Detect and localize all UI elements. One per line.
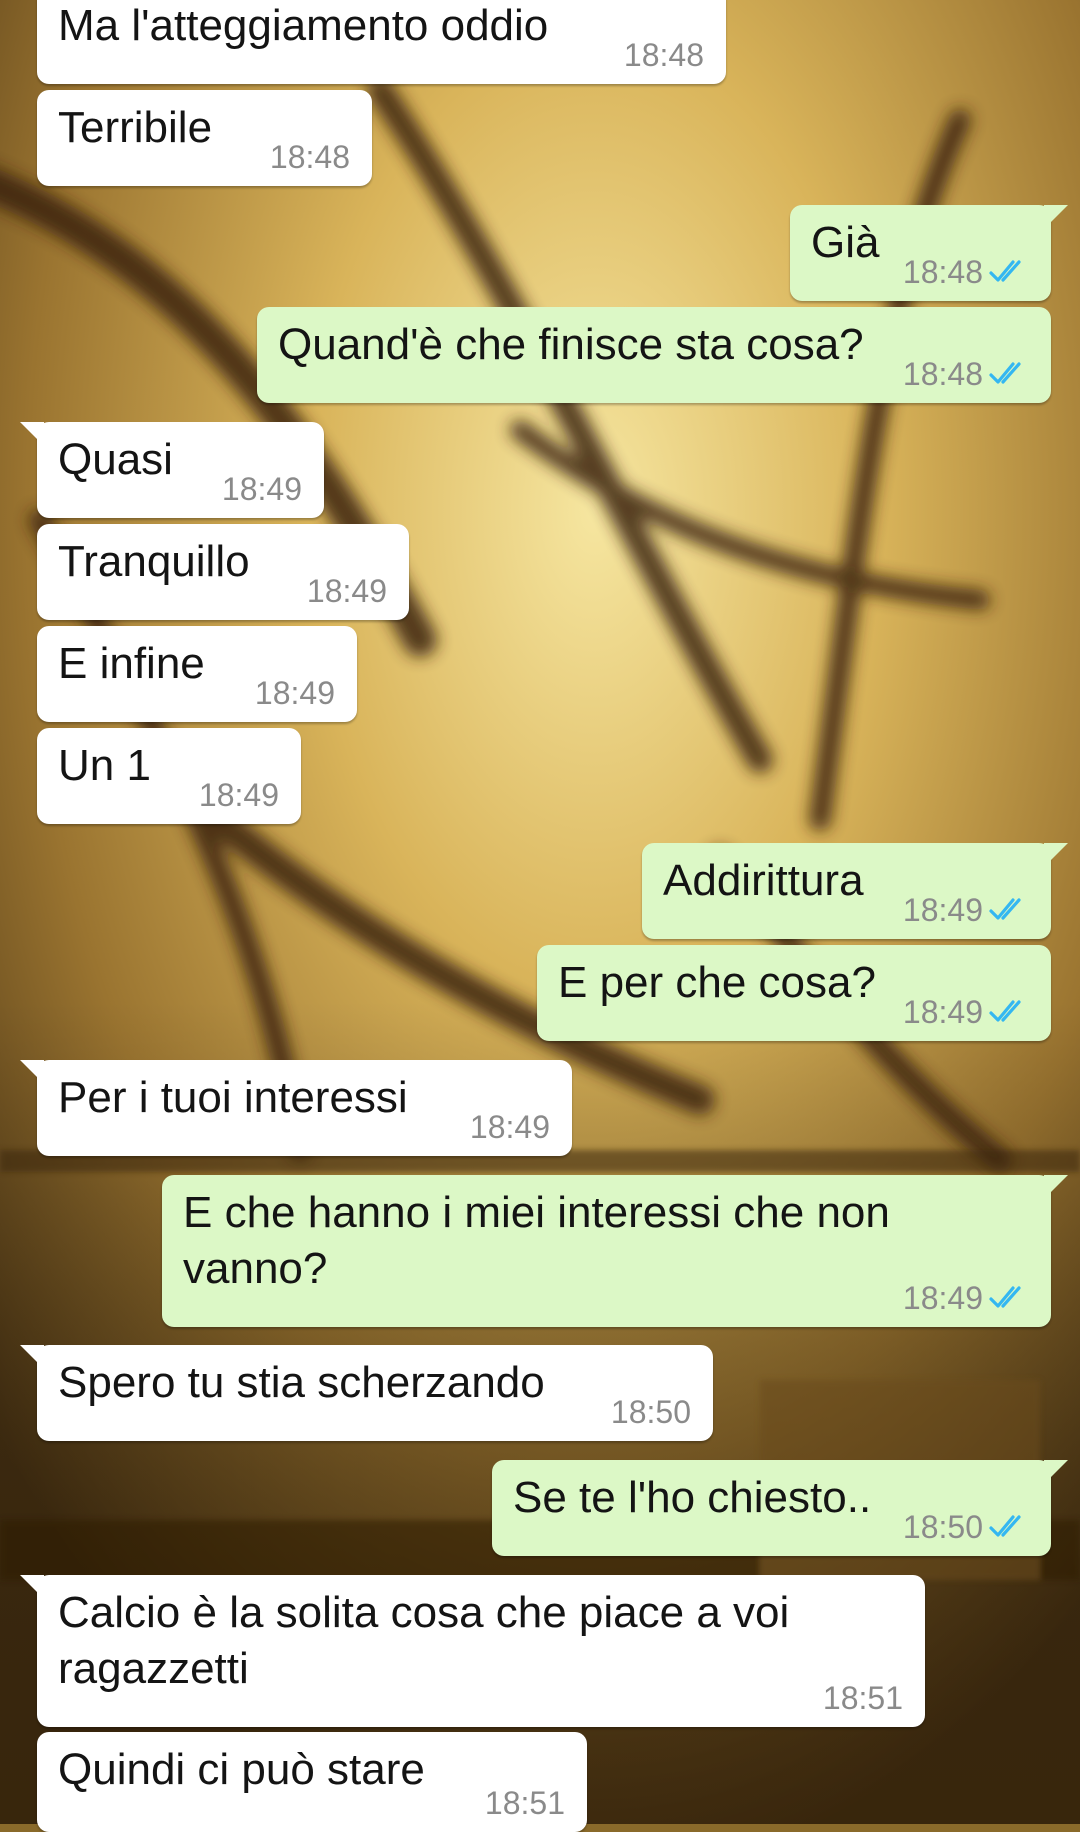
- message-text: Quindi ci può stare: [58, 1745, 425, 1794]
- bubble-tail-icon: [1044, 205, 1068, 229]
- double-check-read-icon: [989, 898, 1021, 920]
- message-meta: 18:49: [255, 676, 335, 710]
- incoming-message-bubble[interactable]: Quindi ci può stare 18:51: [37, 1732, 587, 1832]
- message-text: Quasi: [58, 435, 173, 484]
- message-timestamp: 18:48: [902, 356, 983, 392]
- message-text: Già: [811, 218, 880, 267]
- message-text: Per i tuoi interessi: [58, 1073, 408, 1122]
- message-meta: 18:50: [903, 1510, 1029, 1544]
- message-meta: 18:48: [270, 140, 350, 174]
- outgoing-message-bubble[interactable]: E che hanno i miei interessi che non van…: [162, 1175, 1068, 1327]
- message-text: Quand'è che finisce sta cosa?: [278, 320, 864, 369]
- message-timestamp: 18:49: [306, 573, 387, 609]
- message-meta: 18:48: [903, 357, 1029, 391]
- bubble-tail-icon: [1044, 843, 1068, 867]
- bubble-tail-icon: [20, 1575, 44, 1599]
- message-meta: 18:49: [307, 574, 387, 608]
- message-text: Spero tu stia scherzando: [58, 1358, 545, 1407]
- double-check-read-icon: [989, 1000, 1021, 1022]
- message-text: E infine: [58, 639, 205, 688]
- message-timestamp: 18:49: [902, 994, 983, 1030]
- message-timestamp: 18:48: [269, 139, 350, 175]
- message-text: Se te l'ho chiesto..: [513, 1473, 872, 1522]
- incoming-message-bubble[interactable]: Per i tuoi interessi 18:49: [20, 1060, 572, 1156]
- message-text: Ma l'atteggiamento oddio: [58, 1, 549, 50]
- message-meta: 18:49: [903, 1281, 1029, 1315]
- outgoing-message-bubble[interactable]: Quand'è che finisce sta cosa? 18:48: [257, 307, 1051, 403]
- message-meta: 18:51: [485, 1786, 565, 1820]
- incoming-message-bubble[interactable]: Calcio è la solita cosa che piace a voi …: [20, 1575, 925, 1727]
- double-check-read-icon: [989, 1515, 1021, 1537]
- bubble-tail-icon: [20, 1060, 44, 1084]
- message-timestamp: 18:51: [822, 1680, 903, 1716]
- message-meta: 18:50: [611, 1395, 691, 1429]
- double-check-read-icon: [989, 260, 1021, 282]
- chat-conversation[interactable]: Ma l'atteggiamento oddio 18:48 Terribile 18…: [0, 0, 1080, 1832]
- double-check-read-icon: [989, 1286, 1021, 1308]
- message-text: Addirittura: [663, 856, 864, 905]
- message-timestamp: 18:49: [902, 892, 983, 928]
- message-timestamp: 18:49: [221, 471, 302, 507]
- incoming-message-bubble[interactable]: Tranquillo 18:49: [37, 524, 409, 620]
- message-text: Calcio è la solita cosa che piace a voi …: [58, 1588, 790, 1693]
- message-meta: 18:49: [222, 472, 302, 506]
- incoming-message-bubble[interactable]: Terribile 18:48: [37, 90, 372, 186]
- double-check-read-icon: [989, 362, 1021, 384]
- message-timestamp: 18:49: [198, 777, 279, 813]
- outgoing-message-bubble[interactable]: E per che cosa? 18:49: [537, 945, 1051, 1041]
- outgoing-message-bubble[interactable]: Già 18:48: [790, 205, 1068, 301]
- message-meta: 18:49: [470, 1110, 550, 1144]
- incoming-message-bubble[interactable]: Ma l'atteggiamento oddio 18:48: [37, 0, 726, 84]
- outgoing-message-bubble[interactable]: Se te l'ho chiesto.. 18:50: [492, 1460, 1068, 1556]
- message-text: Tranquillo: [58, 537, 250, 586]
- message-timestamp: 18:50: [902, 1509, 983, 1545]
- bubble-tail-icon: [20, 422, 44, 446]
- message-timestamp: 18:49: [469, 1109, 550, 1145]
- message-timestamp: 18:48: [902, 254, 983, 290]
- message-text: Terribile: [58, 103, 213, 152]
- message-text: E per che cosa?: [558, 958, 876, 1007]
- incoming-message-bubble[interactable]: E infine 18:49: [37, 626, 357, 722]
- bubble-tail-icon: [1044, 1175, 1068, 1199]
- message-meta: 18:51: [823, 1681, 903, 1715]
- message-timestamp: 18:48: [623, 37, 704, 73]
- incoming-message-bubble[interactable]: Quasi 18:49: [20, 422, 324, 518]
- message-timestamp: 18:49: [254, 675, 335, 711]
- message-text: E che hanno i miei interessi che non van…: [183, 1188, 890, 1293]
- message-timestamp: 18:50: [610, 1394, 691, 1430]
- message-meta: 18:49: [199, 778, 279, 812]
- message-meta: 18:49: [903, 893, 1029, 927]
- incoming-message-bubble[interactable]: Un 1 18:49: [37, 728, 301, 824]
- message-timestamp: 18:49: [902, 1280, 983, 1316]
- message-meta: 18:48: [624, 38, 704, 72]
- message-text: Un 1: [58, 741, 151, 790]
- bubble-tail-icon: [1044, 1460, 1068, 1484]
- message-meta: 18:48: [903, 255, 1029, 289]
- outgoing-message-bubble[interactable]: Addirittura 18:49: [642, 843, 1068, 939]
- bubble-tail-icon: [20, 1345, 44, 1369]
- incoming-message-bubble[interactable]: Spero tu stia scherzando 18:50: [20, 1345, 713, 1441]
- message-timestamp: 18:51: [484, 1785, 565, 1821]
- message-meta: 18:49: [903, 995, 1029, 1029]
